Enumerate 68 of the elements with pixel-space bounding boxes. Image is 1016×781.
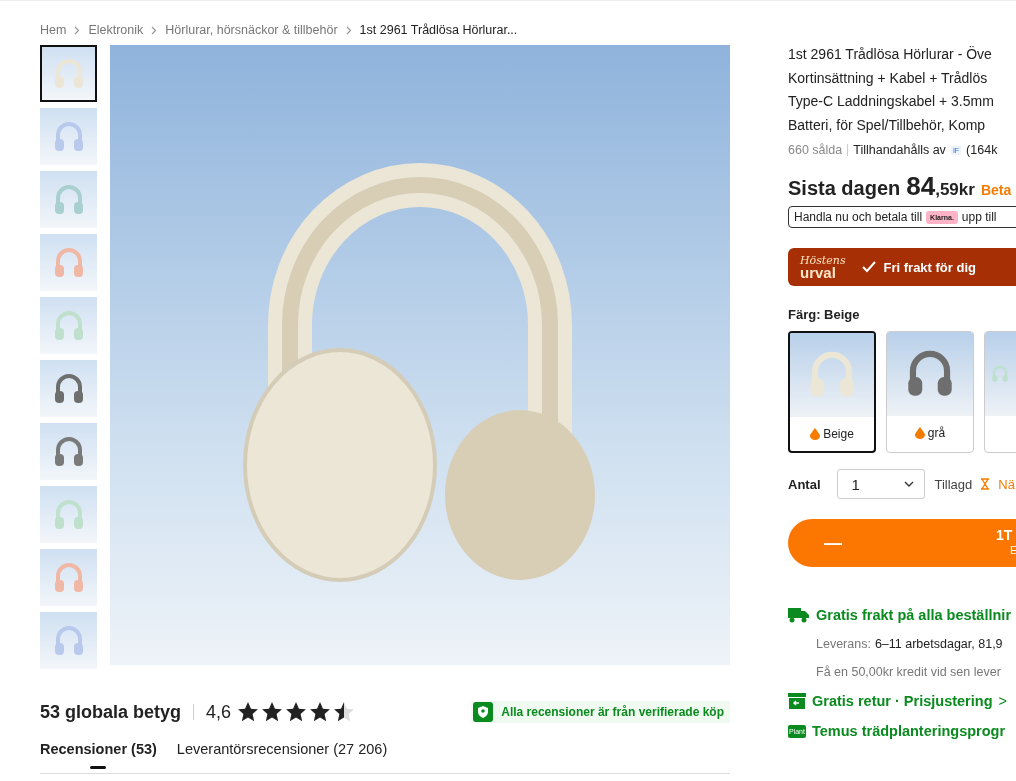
klarna-text: upp till xyxy=(961,210,997,224)
sold-count: 660 sålda xyxy=(788,143,843,157)
review-tab[interactable]: Recensioner (53) xyxy=(40,741,157,773)
banner-text: Fri frakt för dig xyxy=(883,259,976,275)
star-icon xyxy=(285,701,308,723)
shield-icon xyxy=(473,702,494,722)
thumbnail[interactable] xyxy=(40,108,97,165)
color-option[interactable]: Beige xyxy=(788,331,876,453)
review-tab[interactable]: Leverantörsrecensioner (27 206) xyxy=(176,741,388,773)
price-note: Beta xyxy=(980,182,1012,198)
breadcrumb-link[interactable]: 1st 2961 Trådlösa Hörlurar... xyxy=(359,23,518,37)
chevron-down-icon xyxy=(903,481,914,487)
truck-icon xyxy=(788,607,810,623)
banner-word: urval xyxy=(800,267,837,279)
thumbnail[interactable] xyxy=(40,297,97,354)
add-to-cart-button[interactable]: — 1T E xyxy=(788,519,1016,567)
star-icon xyxy=(261,701,284,723)
delivery-label: Leverans: xyxy=(816,637,871,651)
return-box-icon xyxy=(788,693,806,709)
color-name: grå xyxy=(927,426,946,440)
color-option[interactable]: grå xyxy=(886,331,974,453)
star-icon xyxy=(309,701,332,723)
thumbnail[interactable] xyxy=(40,234,97,291)
check-icon xyxy=(861,261,876,273)
supplier-label: Tillhandahålls av xyxy=(853,143,946,157)
product-title-line: 1st 2961 Trådlösa Hörlurar - Öve xyxy=(788,45,993,64)
added-label: Tillagd xyxy=(934,476,973,492)
thumbnail[interactable] xyxy=(40,549,97,606)
chevron-icon xyxy=(151,25,158,35)
product-title-line: Type-C Laddningskabel + 3.5mm xyxy=(788,92,995,111)
klarna-text: Handla nu och betala till xyxy=(794,210,923,224)
flame-icon xyxy=(914,427,925,439)
breadcrumb-link[interactable]: Hörlurar, hörsnäckor & tillbehör xyxy=(165,23,338,37)
product-title-line: Batteri, för Spel/Tillbehör, Komp xyxy=(788,115,987,135)
thumbnail[interactable] xyxy=(40,612,97,669)
thumbnail[interactable] xyxy=(40,360,97,417)
star-icon xyxy=(237,701,260,723)
tree-program-link[interactable]: Temus trädplanteringsprogr xyxy=(811,723,1006,739)
breadcrumb-link[interactable]: Elektronik xyxy=(88,23,144,37)
thumbnail[interactable] xyxy=(40,486,97,543)
credit-note: Få en 50,00kr kredit vid sen lever xyxy=(816,665,1001,679)
flame-icon xyxy=(810,428,821,440)
thumbnail[interactable] xyxy=(40,45,97,102)
banner-script: Höstens xyxy=(800,255,846,267)
chevron-icon: > xyxy=(998,693,1007,709)
hourglass-icon xyxy=(980,478,991,490)
price-decimals: ,59kr xyxy=(935,180,975,200)
shipping-title[interactable]: Gratis frakt på alla beställnir xyxy=(816,607,1012,623)
delivery-time: 6–11 arbetsdagar, 81,9 xyxy=(874,637,1003,651)
thumbnail[interactable] xyxy=(40,423,97,480)
seller-count: (164k xyxy=(966,143,998,157)
thumbnail[interactable] xyxy=(40,171,97,228)
price-main: 84 xyxy=(906,171,936,202)
color-name: Beige xyxy=(823,427,854,441)
chevron-icon xyxy=(74,25,81,35)
color-label: Färg: Beige xyxy=(788,307,861,322)
breadcrumb-link[interactable]: Hem xyxy=(40,23,67,37)
quantity-label: Antal xyxy=(788,476,821,492)
rating-value: 4,6 xyxy=(206,701,232,723)
price-prefix: Sista dagen xyxy=(788,177,901,200)
verified-text: Alla recensioner är från verifierade köp xyxy=(501,705,724,719)
added-note: Nä xyxy=(998,476,1015,492)
ratings-count: 53 globala betyg xyxy=(40,701,182,723)
star-icon xyxy=(333,701,356,723)
quantity-select[interactable]: 1 xyxy=(836,469,925,499)
returns-link[interactable]: Gratis retur · Prisjustering xyxy=(812,693,993,709)
chevron-icon xyxy=(345,25,352,35)
product-title-line: Kortinsättning + Kabel + Trådlös xyxy=(788,68,989,88)
